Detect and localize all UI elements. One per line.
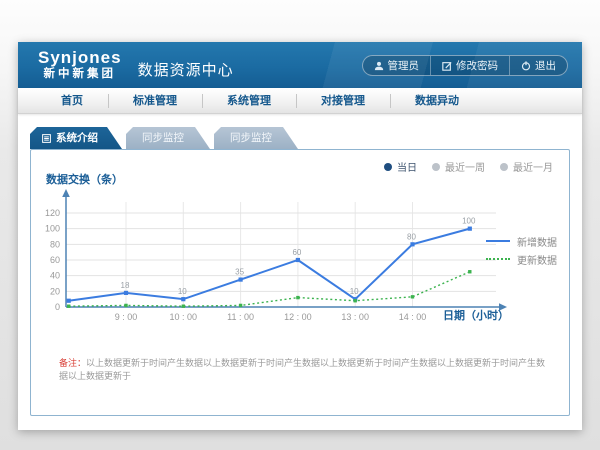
radio-dot [432,163,440,171]
x-tick-label: 12 : 00 [284,312,312,322]
radio-today[interactable]: 当日 [384,159,417,174]
x-tick-label: 10 : 00 [170,312,198,322]
data-point [124,291,128,295]
data-point-label: 10 [350,287,359,296]
app-header: Synjones 新中新集团 数据资源中心 管理员 修改密码 退出 [18,42,582,88]
logo-subtext: 新中新集团 [38,69,122,81]
legend-line-sample [486,240,510,242]
data-point [124,304,127,307]
y-tick-label: 40 [50,271,60,281]
y-tick-label: 0 [55,302,60,312]
data-point [468,227,472,231]
y-tick-label: 80 [50,239,60,249]
x-axis-title: 日期（小时） [443,307,509,323]
time-range-filter: 当日 最近一周 最近一月 [384,159,553,174]
y-tick-label: 100 [45,224,60,234]
data-point-label: 18 [121,281,130,290]
data-point-label: 35 [235,268,244,277]
edit-icon [442,61,452,71]
logo-text: Synjones [38,49,122,66]
y-tick-label: 60 [50,255,60,265]
chart-panel: 当日 最近一周 最近一月 数据交换（条） 0 20 40 60 80 100 120 9 : … [30,149,570,416]
company-logo: Synjones 新中新集团 [38,49,122,81]
radio-last-week[interactable]: 最近一周 [432,159,485,174]
app-window: Synjones 新中新集团 数据资源中心 管理员 修改密码 退出 首页 标准管… [18,42,582,430]
tab-sync-monitor-2[interactable]: 同步监控 [214,127,298,149]
data-point [468,270,471,273]
legend-item-update-data: 更新数据 [486,250,557,268]
nav-item-standard-mgmt[interactable]: 标准管理 [108,88,202,113]
chart-legend: 新增数据 更新数据 [486,232,557,268]
data-point [410,242,414,246]
y-tick-label: 120 [45,208,60,218]
nav-item-data-change[interactable]: 数据异动 [390,88,484,113]
tab-sync-monitor-1[interactable]: 同步监控 [126,127,210,149]
footnote: 备注：以上数据更新于时间产生数据以上数据更新于时间产生数据以上数据更新于时间产生… [59,357,554,382]
user-toolbar: 管理员 修改密码 退出 [362,55,569,76]
data-point [411,295,414,298]
data-point [239,304,242,307]
radio-last-month[interactable]: 最近一月 [500,159,553,174]
content-area: 系统介绍 同步监控 同步监控 当日 最近一周 最近一月 数据交 [18,114,582,430]
x-tick-label: 11 : 00 [227,312,254,322]
data-point-label: 100 [462,217,476,226]
legend-label: 新增数据 [517,234,557,249]
nav-item-integration-mgmt[interactable]: 对接管理 [296,88,390,113]
data-point [182,305,185,308]
data-point [67,299,71,303]
data-point-label: 10 [178,287,187,296]
page-title: 数据资源中心 [138,59,234,80]
user-icon [374,61,384,71]
radio-dot [500,163,508,171]
radio-label: 最近一周 [445,159,485,174]
y-axis-arrow [62,189,70,197]
user-account-button[interactable]: 管理员 [363,56,431,75]
nav-item-system-mgmt[interactable]: 系统管理 [202,88,296,113]
change-password-button[interactable]: 修改密码 [430,56,509,75]
main-nav: 首页 标准管理 系统管理 对接管理 数据异动 [18,88,582,114]
x-tick-label: 13 : 00 [341,312,369,322]
footnote-text: 以上数据更新于时间产生数据以上数据更新于时间产生数据以上数据更新于时间产生数据以… [59,358,545,381]
power-icon [521,61,531,71]
x-tick-label: 14 : 00 [399,312,427,322]
radio-label: 最近一月 [513,159,553,174]
tab-system-intro[interactable]: 系统介绍 [30,127,122,149]
user-name: 管理员 [388,58,420,73]
data-point [181,297,185,301]
data-point-label: 80 [407,232,416,241]
x-tick-label: 9 : 00 [115,312,138,322]
data-point [354,299,357,302]
footnote-prefix: 备注： [59,358,86,368]
y-tick-label: 20 [50,286,60,296]
data-point [67,305,70,308]
data-point [296,296,299,299]
change-password-label: 修改密码 [456,58,498,73]
logout-label: 退出 [535,58,556,73]
logout-button[interactable]: 退出 [509,56,567,75]
tab-bar: 系统介绍 同步监控 同步监控 [30,127,582,149]
legend-item-new-data: 新增数据 [486,232,557,250]
legend-line-sample [486,258,510,260]
form-icon [42,134,51,143]
data-point [239,277,243,281]
nav-item-home[interactable]: 首页 [36,88,108,113]
tab-label: 系统介绍 [56,127,98,149]
radio-dot [384,163,392,171]
data-point-label: 60 [292,248,301,257]
data-point [296,258,300,262]
legend-label: 更新数据 [517,252,557,267]
y-axis-title: 数据交换（条） [46,171,123,187]
radio-label: 当日 [397,159,417,174]
